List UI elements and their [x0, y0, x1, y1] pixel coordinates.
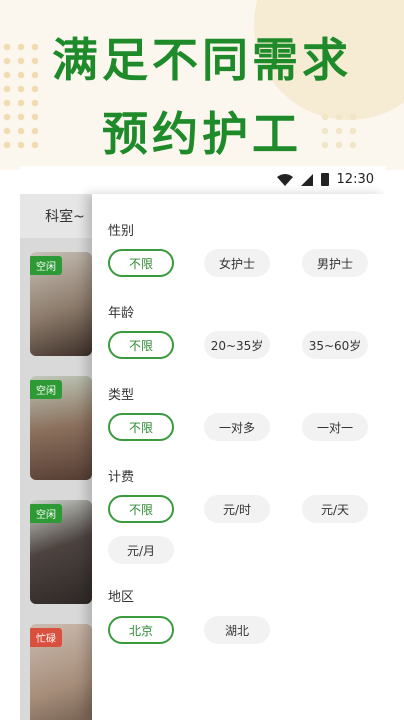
promo-headline: 满足不同需求	[52, 33, 352, 87]
battery-icon	[320, 173, 329, 186]
filter-option-age-35-60[interactable]: 35~60岁	[302, 331, 368, 359]
filter-title-type: 类型	[108, 388, 135, 403]
filter-option-billing-monthly[interactable]: 元/月	[108, 536, 174, 564]
filter-option-billing-any[interactable]: 不限	[108, 495, 174, 523]
caregiver-card[interactable]: 空闲	[30, 500, 92, 604]
filter-option-age-any[interactable]: 不限	[108, 331, 174, 359]
status-bar: 12:30	[20, 166, 386, 194]
filter-option-billing-daily[interactable]: 元/天	[302, 495, 368, 523]
status-time: 12:30	[336, 172, 374, 187]
filter-option-type-any[interactable]: 不限	[108, 413, 174, 441]
status-badge: 空闲	[30, 256, 62, 275]
promo-subheadline: 预约护工	[102, 107, 302, 161]
status-badge: 忙碌	[30, 628, 62, 647]
status-badge: 空闲	[30, 380, 62, 399]
filter-panel: 性别 不限 女护士 男护士 年龄 不限 20~35岁 35~60岁 类型 不限 …	[92, 194, 386, 720]
filter-option-billing-hourly[interactable]: 元/时	[204, 495, 270, 523]
promo-banner: 满足不同需求 预约护工	[0, 0, 404, 170]
filter-title-age: 年龄	[108, 306, 135, 321]
filter-option-region-beijing[interactable]: 北京	[108, 616, 174, 644]
caregiver-card[interactable]: 空闲	[30, 376, 92, 480]
filter-option-age-20-35[interactable]: 20~35岁	[204, 331, 270, 359]
status-badge: 空闲	[30, 504, 62, 523]
filter-option-region-hubei[interactable]: 湖北	[204, 616, 270, 644]
filter-option-gender-any[interactable]: 不限	[108, 249, 174, 277]
filter-title-gender: 性别	[108, 224, 135, 239]
filter-title-billing: 计费	[108, 470, 135, 485]
filter-option-gender-female[interactable]: 女护士	[204, 249, 270, 277]
wifi-icon	[276, 173, 293, 186]
filter-option-type-one-to-one[interactable]: 一对一	[302, 413, 368, 441]
filter-option-type-one-to-many[interactable]: 一对多	[204, 413, 270, 441]
phone-screen: 12:30 科室~ 空闲 空闲 空闲 忙碌 性别 不限 女护士 男护士 年龄 不…	[20, 166, 386, 720]
caregiver-card[interactable]: 空闲	[30, 252, 92, 356]
signal-icon	[300, 173, 313, 186]
caregiver-card[interactable]: 忙碌	[30, 624, 92, 720]
filter-option-gender-male[interactable]: 男护士	[302, 249, 368, 277]
filter-title-region: 地区	[108, 590, 135, 605]
